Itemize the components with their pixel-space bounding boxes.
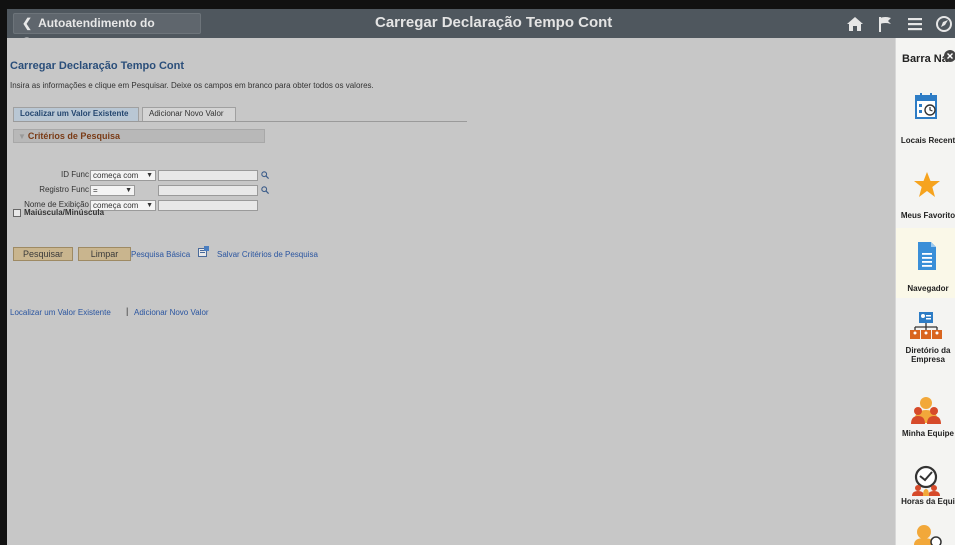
operator-value-id: começa com — [93, 171, 139, 180]
bottom-find-link[interactable]: Localizar um Valor Existente — [10, 308, 111, 317]
close-icon[interactable] — [944, 50, 955, 62]
tab-add-new[interactable]: Adicionar Novo Valor — [142, 107, 236, 121]
case-sensitive-label: Maiúscula/Minúscula — [24, 208, 105, 217]
chevron-left-icon: ❮ — [22, 16, 33, 30]
search-criteria-header[interactable]: ▼ Critérios de Pesquisa — [13, 129, 265, 143]
chevron-down-icon: ▼ — [146, 172, 153, 179]
flag-icon[interactable] — [876, 15, 894, 33]
case-sensitive-checkbox[interactable] — [13, 209, 21, 217]
app-header: ❮Autoatendimento do Gerente Carregar Dec… — [7, 9, 955, 49]
nav-label-directory: Diretório da Empresa — [905, 346, 951, 364]
star-icon — [914, 172, 940, 197]
tab-find-existing[interactable]: Localizar um Valor Existente — [13, 107, 139, 121]
instructions-text: Insira as informações e clique em Pesqui… — [10, 81, 374, 90]
nav-item-my-team[interactable]: Minha Equipe — [896, 383, 955, 453]
link-separator: | — [126, 306, 129, 316]
window-frame: ❮Autoatendimento do Gerente Carregar Dec… — [0, 0, 955, 545]
clear-button[interactable]: Limpar — [78, 247, 131, 261]
nav-label-team-time: Horas da Equi — [901, 497, 955, 506]
search-button[interactable]: Pesquisar — [13, 247, 73, 261]
team-icon — [911, 397, 941, 424]
nome-exibicao-input[interactable] — [158, 200, 258, 211]
operator-select-id[interactable]: começa com ▼ — [90, 170, 156, 181]
basic-search-link[interactable]: Pesquisa Básica — [131, 250, 190, 259]
bottom-add-link[interactable]: Adicionar Novo Valor — [134, 308, 209, 317]
field-label-registro: Registro Func — [39, 185, 89, 194]
navbar-icon[interactable] — [935, 15, 953, 33]
back-button[interactable]: ❮Autoatendimento do Gerente — [13, 13, 201, 49]
org-chart-icon — [910, 312, 942, 339]
id-func-input[interactable] — [158, 170, 258, 181]
team-time-icon — [912, 465, 940, 496]
nav-item-navigator[interactable]: Navegador — [896, 228, 955, 298]
menu-icon[interactable] — [906, 15, 924, 33]
save-criteria-link[interactable]: Salvar Critérios de Pesquisa — [217, 250, 318, 259]
main-content: Carregar Declaração Tempo Cont Insira as… — [7, 38, 895, 545]
tab-divider — [13, 121, 467, 122]
search-criteria-title: Critérios de Pesquisa — [27, 131, 120, 141]
nav-bar-panel: Barra Na Locais Recent Meus Favorito Nav… — [895, 38, 955, 545]
registro-func-input[interactable] — [158, 185, 258, 196]
field-label-id: ID Func — [60, 170, 89, 179]
calendar-clock-icon — [915, 93, 937, 119]
nav-label-my-team: Minha Equipe — [902, 429, 954, 438]
nav-label-recent: Locais Recent — [900, 136, 955, 145]
header-title: Carregar Declaração Tempo Cont — [375, 14, 613, 31]
nav-item-directory[interactable]: Diretório da Empresa — [896, 298, 955, 368]
nav-label-favorites: Meus Favorito — [900, 211, 955, 220]
nav-item-recent[interactable]: Locais Recent — [896, 80, 955, 150]
nav-item-favorites[interactable]: Meus Favorito — [896, 158, 955, 228]
save-criteria-icon[interactable] — [198, 246, 209, 257]
chevron-down-icon: ▼ — [146, 202, 153, 209]
chevron-down-icon: ▼ — [125, 187, 132, 194]
document-icon — [918, 242, 936, 270]
operator-select-registro[interactable]: = ▼ — [90, 185, 135, 196]
operator-value-registro: = — [93, 186, 98, 195]
lookup-search-icon[interactable] — [261, 186, 269, 194]
lookup-search-icon[interactable] — [261, 171, 269, 179]
collapse-triangle-icon: ▼ — [18, 132, 26, 141]
navbar-title: Barra Na — [902, 53, 948, 65]
page-title: Carregar Declaração Tempo Cont — [10, 60, 185, 72]
nav-label-navigator: Navegador — [907, 284, 949, 293]
home-icon[interactable] — [846, 15, 864, 33]
partial-team-icon — [914, 525, 942, 545]
nav-item-team-time[interactable]: Horas da Equi — [896, 453, 955, 523]
